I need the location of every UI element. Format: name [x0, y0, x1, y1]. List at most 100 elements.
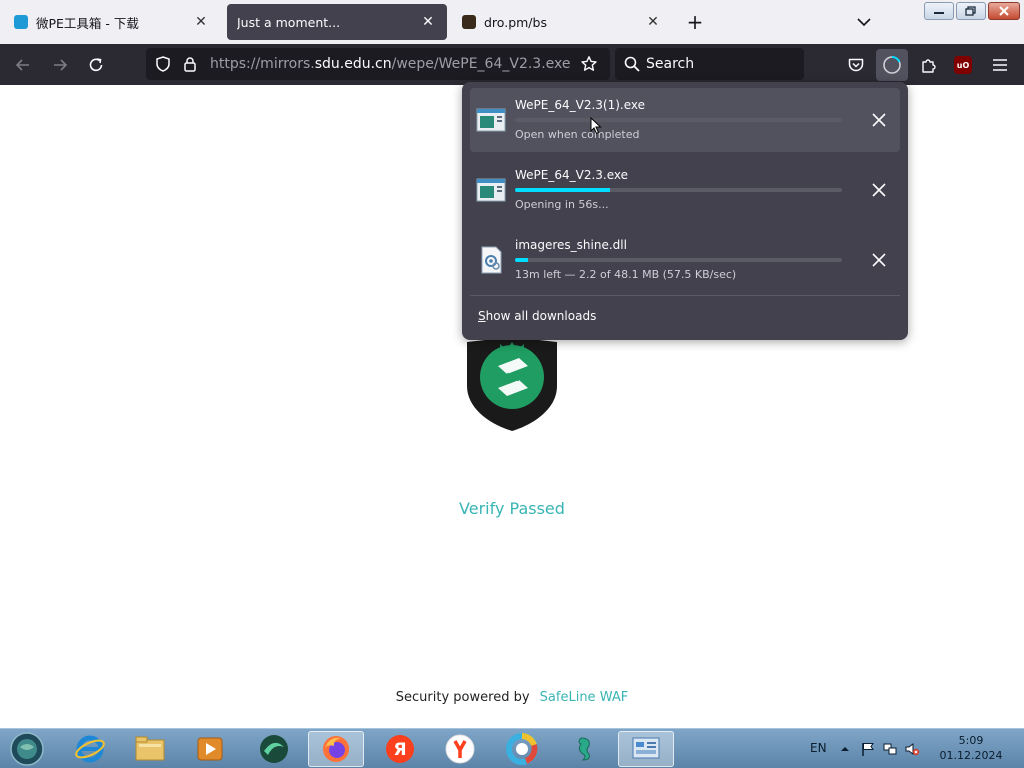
- url-host: sdu.edu.cn: [314, 56, 392, 72]
- tab-title: dro.pm/bs: [484, 14, 547, 30]
- svg-text:Я: Я: [393, 740, 406, 760]
- forward-arrow-icon[interactable]: [49, 54, 71, 76]
- download-status: Opening in 56s...: [515, 198, 609, 211]
- minimize-button[interactable]: [924, 2, 954, 20]
- search-box[interactable]: Search: [615, 48, 804, 80]
- exe-file-icon: [476, 106, 506, 134]
- back-arrow-icon[interactable]: [12, 54, 34, 76]
- lock-icon[interactable]: [179, 53, 201, 75]
- taskbar-file-explorer[interactable]: [122, 731, 178, 767]
- taskbar-internet-explorer[interactable]: [62, 731, 118, 767]
- yandex-icon: Я: [386, 735, 414, 763]
- action-center-flag-icon[interactable]: [860, 741, 876, 757]
- taskbar-chromium[interactable]: [494, 731, 550, 767]
- dll-file-icon: [476, 246, 506, 274]
- download-item[interactable]: WePE_64_V2.3.exe Opening in 56s...: [470, 158, 900, 222]
- show-hidden-icons-chevron-up-icon[interactable]: [838, 742, 852, 756]
- wepe-favicon-icon: [14, 15, 28, 29]
- folder-icon: [135, 736, 165, 761]
- tab-wepe[interactable]: 微PE工具箱 - 下载 ✕: [4, 4, 220, 40]
- hamburger-menu-icon[interactable]: [989, 54, 1011, 76]
- download-progress-icon: [883, 56, 901, 74]
- restore-button[interactable]: [956, 2, 986, 20]
- url-path: /wepe/WePE_64_V2.3.exe: [391, 56, 571, 72]
- taskbar-clock[interactable]: 5:09 01.12.2024: [938, 733, 1004, 763]
- download-progress-fill: [515, 188, 610, 192]
- control-panel-icon: [632, 737, 660, 759]
- security-footer: Security powered by SafeLine WAF: [0, 690, 1024, 705]
- cancel-download-close-icon[interactable]: [870, 181, 888, 199]
- tab-title: 微PE工具箱 - 下载: [36, 15, 139, 31]
- firefox-icon: [323, 736, 349, 762]
- cancel-download-close-icon[interactable]: [870, 251, 888, 269]
- tab-just-a-moment[interactable]: Just a moment... ✕: [227, 4, 447, 40]
- clock-time: 5:09: [958, 734, 984, 747]
- bookmark-star-icon[interactable]: [578, 53, 600, 75]
- language-indicator[interactable]: EN: [810, 741, 827, 755]
- close-tab-icon[interactable]: ✕: [419, 13, 437, 31]
- search-placeholder: Search: [646, 56, 695, 72]
- footer-prefix: Security powered by: [395, 690, 530, 705]
- media-player-icon: [197, 737, 223, 761]
- access-key-letter: S: [478, 309, 486, 323]
- ublock-origin-icon[interactable]: uO: [954, 56, 972, 74]
- download-filename: WePE_64_V2.3.exe: [515, 168, 629, 182]
- download-filename: imageres_shine.dll: [515, 238, 627, 252]
- download-item[interactable]: imageres_shine.dll 13m left — 2.2 of 48.…: [470, 228, 900, 292]
- download-progress-bar: [515, 118, 842, 122]
- navigation-toolbar: https://mirrors.sdu.edu.cn/wepe/WePE_64_…: [0, 44, 1024, 85]
- download-progress-bar: [515, 188, 842, 192]
- show-all-label-rest: how all downloads: [485, 309, 597, 323]
- download-item[interactable]: WePE_64_V2.3(1).exe Open when completed: [470, 88, 900, 152]
- volume-muted-icon[interactable]: [904, 741, 920, 757]
- taskbar-seahorse-app[interactable]: [556, 731, 612, 767]
- taskbar-yandex[interactable]: Я: [372, 731, 428, 767]
- pocket-icon[interactable]: [845, 54, 867, 76]
- tab-strip: 微PE工具箱 - 下载 ✕ Just a moment... ✕ dro.pm/…: [0, 0, 1024, 44]
- search-icon: [621, 53, 643, 75]
- system-tray: [838, 729, 920, 768]
- safeline-waf-link[interactable]: SafeLine WAF: [540, 690, 629, 705]
- download-progress-fill: [515, 258, 529, 262]
- tab-dro-pm[interactable]: dro.pm/bs ✕: [452, 4, 672, 40]
- new-tab-button[interactable]: +: [684, 12, 706, 34]
- exe-file-icon: [476, 176, 506, 204]
- taskbar-media-player[interactable]: [182, 731, 238, 767]
- downloads-button[interactable]: [876, 49, 908, 81]
- download-filename: WePE_64_V2.3(1).exe: [515, 98, 646, 112]
- tracking-protection-shield-icon[interactable]: [152, 53, 174, 75]
- extensions-puzzle-icon[interactable]: [918, 54, 940, 76]
- url-prefix: https://mirrors.: [210, 56, 315, 72]
- mouse-cursor-icon: [590, 117, 602, 135]
- yandex-browser-icon: [445, 734, 475, 764]
- taskbar-yandex-browser[interactable]: [432, 731, 488, 767]
- seahorse-app-icon: [578, 737, 590, 761]
- chromium-ring-icon: [506, 733, 538, 765]
- close-tab-icon[interactable]: ✕: [192, 13, 210, 31]
- safeline-shield-logo: [463, 336, 561, 432]
- taskbar-firefox[interactable]: [308, 731, 364, 767]
- tab-title: Just a moment...: [237, 14, 341, 30]
- close-tab-icon[interactable]: ✕: [644, 13, 662, 31]
- windows-taskbar: Я EN 5:09 01.12.2024: [0, 728, 1024, 768]
- close-window-button[interactable]: [988, 2, 1020, 20]
- verify-status-text: Verify Passed: [459, 499, 565, 518]
- download-progress-bar: [515, 258, 842, 262]
- reload-icon[interactable]: [85, 54, 107, 76]
- list-all-tabs-chevron-down-icon[interactable]: [854, 12, 874, 32]
- network-icon[interactable]: [882, 741, 898, 757]
- start-button[interactable]: [0, 731, 54, 767]
- show-all-downloads-button[interactable]: Show all downloads: [478, 309, 596, 323]
- dro-favicon-icon: [462, 15, 476, 29]
- cancel-download-close-icon[interactable]: [870, 111, 888, 129]
- panel-divider: [470, 295, 900, 296]
- window-controls: [924, 2, 1020, 20]
- download-status: Open when completed: [515, 128, 640, 141]
- download-status: 13m left — 2.2 of 48.1 MB (57.5 KB/sec): [515, 268, 737, 281]
- taskbar-control-panel[interactable]: [618, 731, 674, 767]
- start-orb-icon: [10, 732, 44, 766]
- url-text[interactable]: https://mirrors.sdu.edu.cn/wepe/WePE_64_…: [210, 56, 571, 72]
- address-bar[interactable]: https://mirrors.sdu.edu.cn/wepe/WePE_64_…: [146, 48, 610, 80]
- swirl-app-icon: [260, 735, 288, 763]
- taskbar-app-swirl[interactable]: [246, 731, 302, 767]
